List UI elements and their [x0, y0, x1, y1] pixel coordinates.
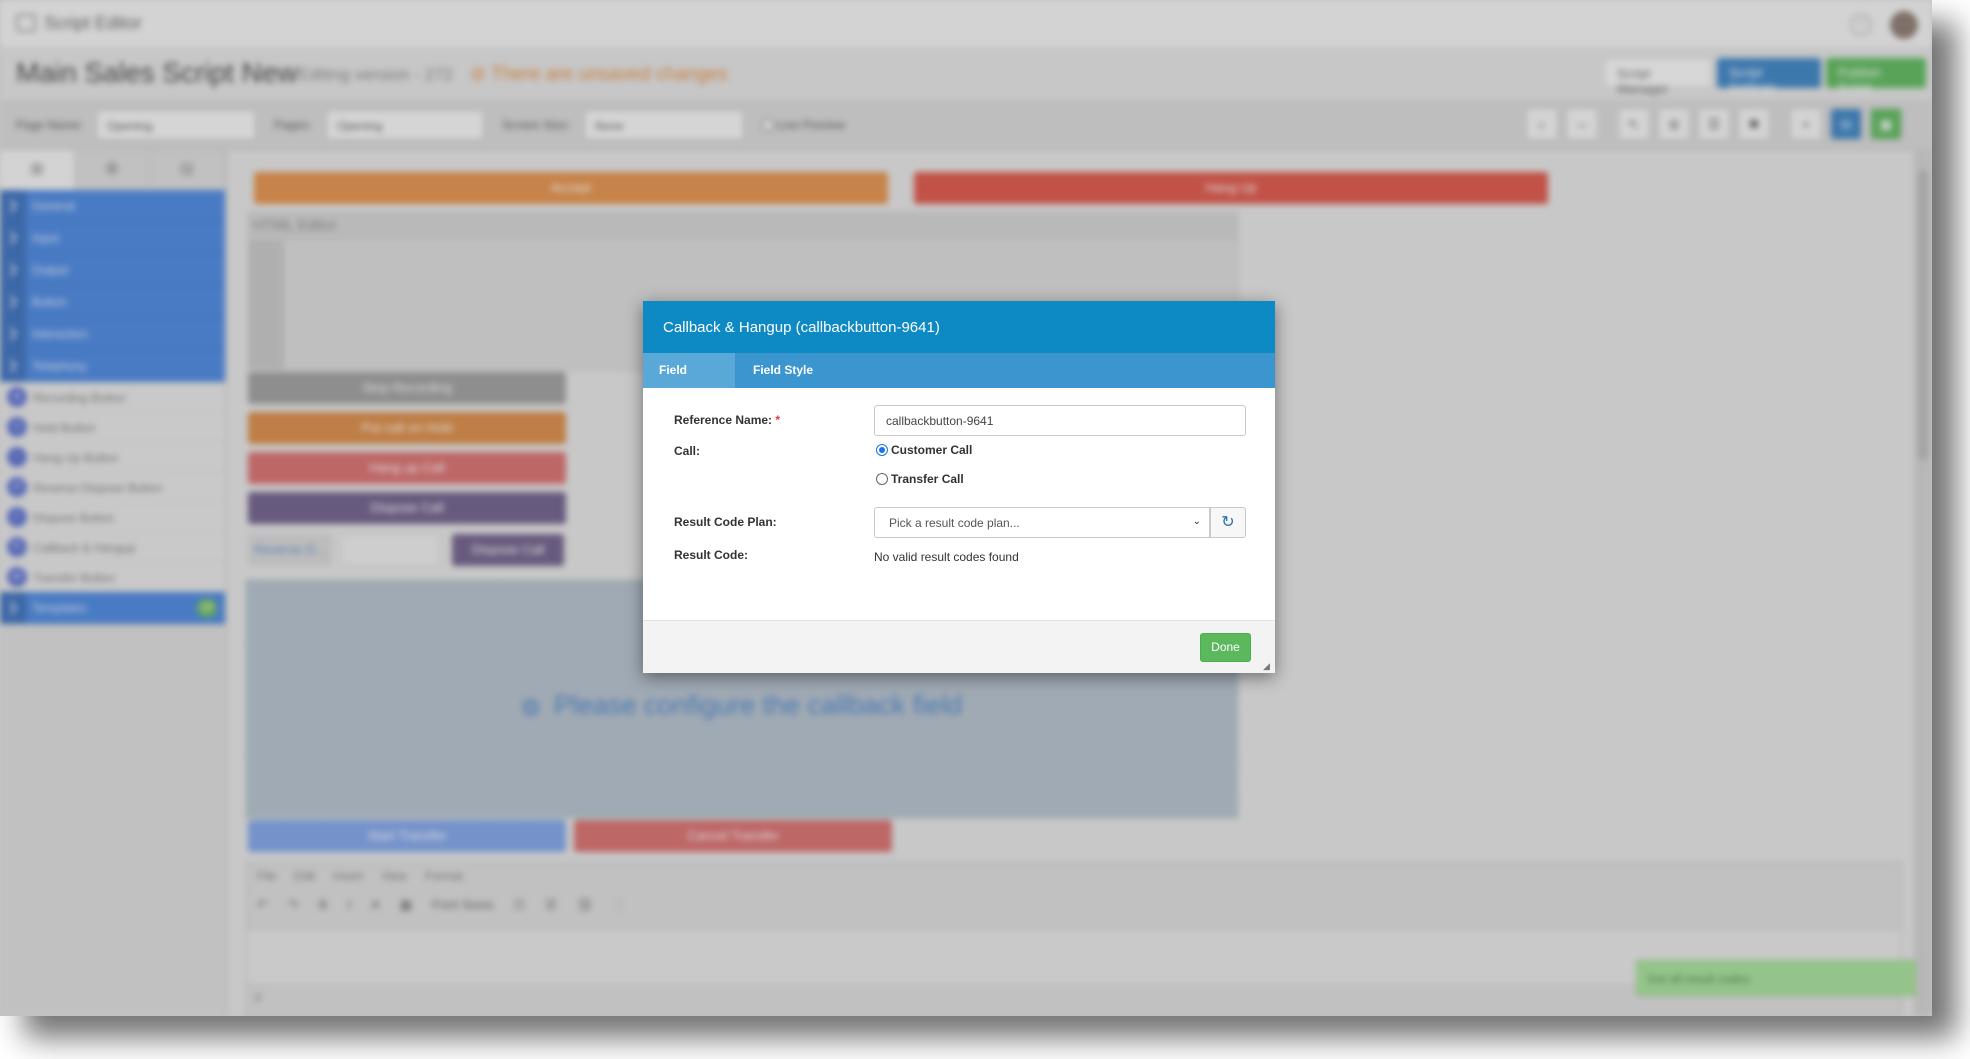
chevron-down-icon: ⌄ [1192, 516, 1201, 527]
modal-header: Callback & Hangup (callbackbutton-9641) [643, 301, 1275, 353]
callback-hangup-modal: Callback & Hangup (callbackbutton-9641) … [643, 301, 1275, 673]
reference-name-text: Reference Name: [674, 413, 773, 427]
reference-name-input[interactable]: callbackbutton-9641 [874, 405, 1246, 436]
refresh-icon[interactable]: ↻ [1210, 507, 1246, 538]
app-window: Script Editor ? Main Sales Script New Ed… [0, 0, 1932, 1016]
customer-call-option[interactable]: Customer Call [876, 443, 972, 457]
modal-title: Callback & Hangup (callbackbutton-9641) [663, 319, 940, 336]
customer-call-label: Customer Call [891, 443, 973, 457]
result-code-plan-label: Result Code Plan: [674, 515, 777, 529]
result-code-label: Result Code: [674, 548, 749, 562]
required-marker: * [775, 413, 781, 427]
tab-field-style[interactable]: Field Style [737, 353, 829, 388]
result-code-value: No valid result codes found [874, 550, 1019, 564]
call-label: Call: [674, 444, 701, 458]
transfer-call-radio[interactable] [876, 473, 888, 485]
result-code-plan-placeholder: Pick a result code plan... [889, 516, 1020, 530]
resize-grip-icon[interactable]: ◢ [1263, 661, 1273, 671]
modal-footer: Done [643, 620, 1275, 673]
transfer-call-option[interactable]: Transfer Call [876, 472, 964, 486]
tab-field-config[interactable]: Field Config [643, 353, 735, 412]
modal-tabs: Field Config Field Style [643, 353, 1275, 412]
transfer-call-label: Transfer Call [891, 472, 964, 486]
done-button[interactable]: Done [1200, 633, 1251, 662]
result-code-plan-select[interactable]: Pick a result code plan... ⌄ [874, 507, 1210, 538]
modal-body: Reference Name: * callbackbutton-9641 Ca… [643, 388, 1275, 620]
reference-name-label: Reference Name: * [674, 413, 780, 427]
customer-call-radio[interactable] [876, 444, 888, 456]
